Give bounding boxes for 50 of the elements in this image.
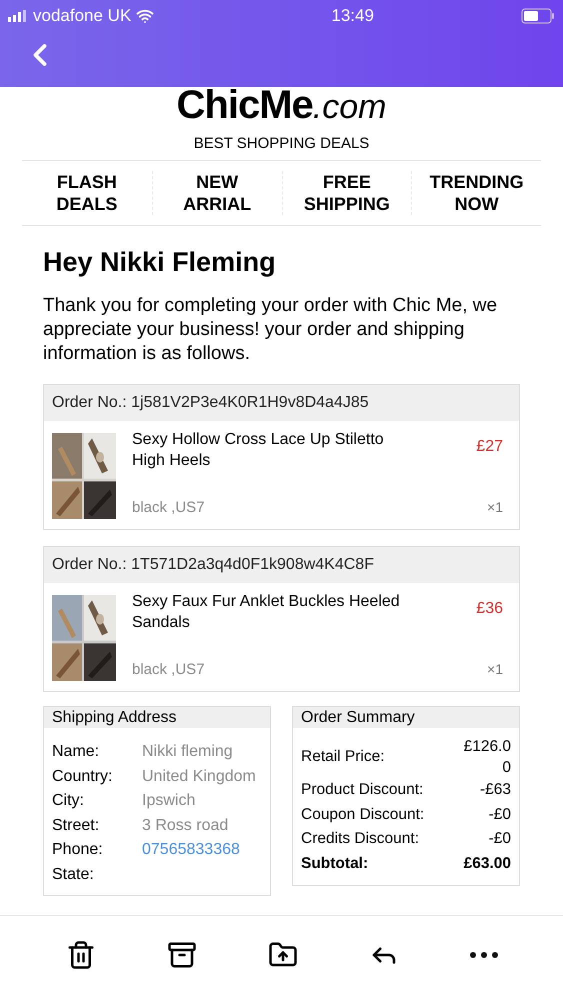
product-name: Sexy Faux Fur Anklet Buckles Heeled Sandals xyxy=(132,592,401,633)
wifi-icon xyxy=(136,7,154,25)
delete-button[interactable] xyxy=(66,940,96,970)
thank-you-message: Thank you for completing your order with Chic Me, we appreciate your business! your order and shipping information is as follows. xyxy=(43,294,498,366)
product-name: Sexy Hollow Cross Lace Up Stiletto High Heels xyxy=(132,430,385,471)
field-value: 3 Ross road xyxy=(142,816,228,836)
greeting-heading: Hey Nikki Fleming xyxy=(43,246,277,279)
field-label: Name: xyxy=(52,742,100,762)
signal-icon xyxy=(8,10,28,22)
nav-link[interactable]: NEW ARRIAL xyxy=(152,170,282,214)
nav-link[interactable]: FLASH DEALS xyxy=(22,170,152,214)
panel-title: Order Summary xyxy=(301,708,415,728)
battery-icon xyxy=(521,8,555,24)
summary-label: Coupon Discount: xyxy=(301,804,424,824)
product-variant: black ,US7 xyxy=(132,498,205,518)
order-number: Order No.: 1j581V2P3e4K0R1H9v8D4a4J85 xyxy=(52,393,369,413)
summary-value: -£63 xyxy=(480,780,511,800)
order-number: Order No.: 1T571D2a3q4d0F1k908w4K4C8F xyxy=(52,555,374,575)
summary-value: -£0 xyxy=(488,829,511,849)
brand-logo: ChicMe.com xyxy=(176,87,386,125)
field-value: United Kingdom xyxy=(142,766,256,786)
clock-time: 13:49 xyxy=(331,5,374,28)
nav-link[interactable]: TRENDING NOW xyxy=(411,170,541,214)
archive-button[interactable] xyxy=(166,940,196,970)
summary-label: Credits Discount: xyxy=(301,829,420,849)
summary-label: Retail Price: xyxy=(301,746,385,767)
field-label: Street: xyxy=(52,816,100,836)
carrier-name: vodafone UK xyxy=(33,5,132,28)
field-value: Nikki fleming xyxy=(142,742,233,762)
summary-value: £63.00 xyxy=(464,854,511,874)
archive-icon xyxy=(166,940,196,970)
summary-value: -£0 xyxy=(488,804,511,824)
product-price: £27 xyxy=(476,437,503,457)
field-value: Ipswich xyxy=(142,791,196,811)
product-price: £36 xyxy=(476,599,503,619)
trash-icon xyxy=(66,940,96,970)
field-label: City: xyxy=(52,791,85,811)
field-label: Country: xyxy=(52,766,114,786)
panel-title: Shipping Address xyxy=(52,708,177,728)
field-label: State: xyxy=(52,864,95,884)
summary-label: Product Discount: xyxy=(301,780,424,800)
summary-label: Subtotal: xyxy=(301,854,368,874)
nav-link[interactable]: FREE SHIPPING xyxy=(282,170,412,214)
product-quantity: ×1 xyxy=(487,660,503,678)
tagline: BEST SHOPPING DEALS xyxy=(194,134,370,154)
field-label: Phone: xyxy=(52,840,104,860)
product-quantity: ×1 xyxy=(487,498,503,516)
summary-value: £126.00 xyxy=(462,737,511,778)
more-icon xyxy=(470,952,498,958)
product-variant: black ,US7 xyxy=(132,660,205,680)
